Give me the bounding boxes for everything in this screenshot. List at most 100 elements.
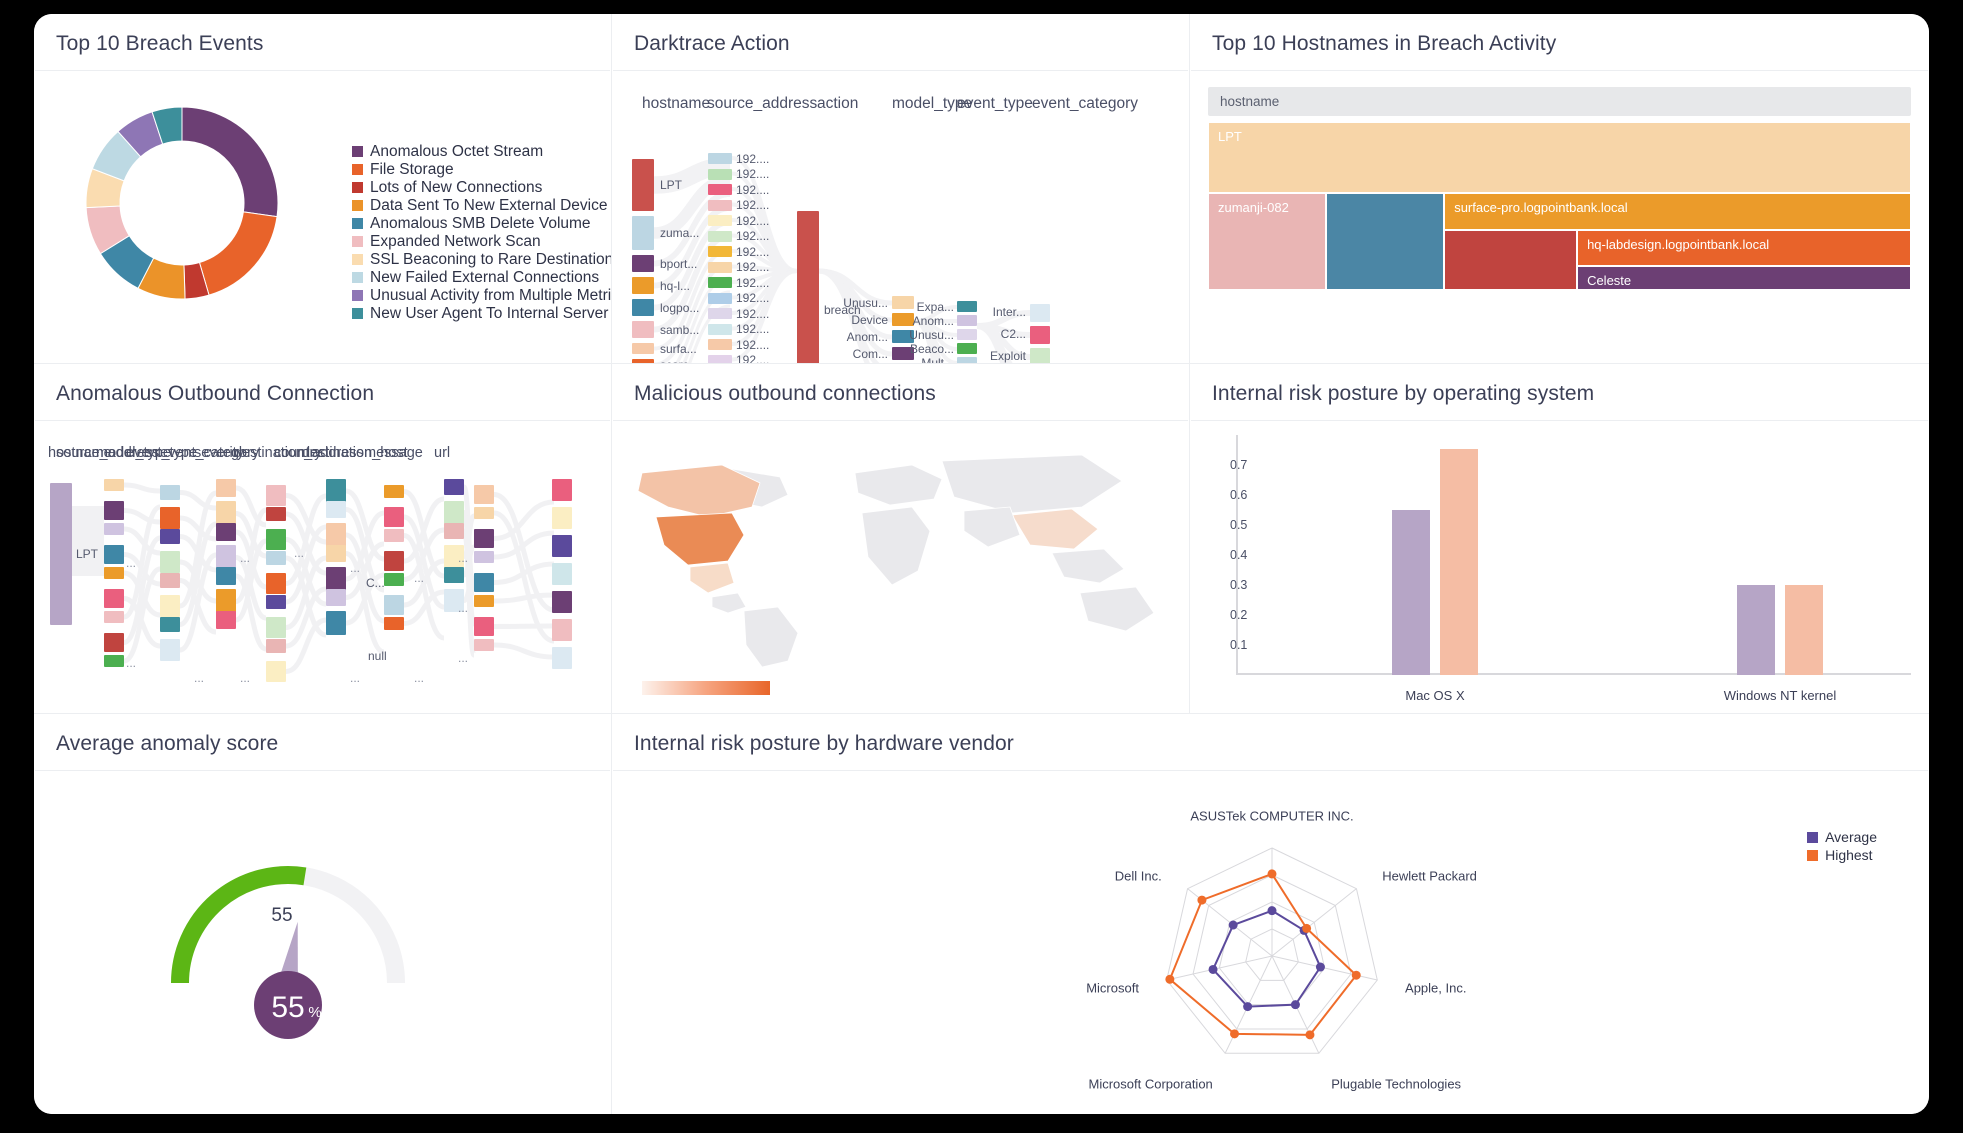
radar-point[interactable] <box>1230 1029 1240 1039</box>
radar-point[interactable] <box>1315 962 1325 972</box>
map-region-china[interactable] <box>1011 508 1099 550</box>
sankey-node[interactable] <box>266 639 286 653</box>
sankey-node[interactable] <box>384 573 404 586</box>
sankey-node[interactable] <box>160 639 180 661</box>
donut-slice[interactable] <box>181 106 279 218</box>
sankey-node[interactable] <box>384 551 404 571</box>
treemap-grid[interactable]: LPT zumanji-082 surface-pro.logpointbank.l… <box>1208 122 1911 290</box>
sankey-node[interactable] <box>384 595 404 615</box>
sankey-node[interactable] <box>384 485 404 498</box>
radar-point[interactable] <box>1228 920 1238 930</box>
radar-point[interactable] <box>1208 964 1218 974</box>
legend-item[interactable]: File Storage <box>352 161 611 178</box>
legend-item[interactable]: Lots of New Connections <box>352 179 611 196</box>
sankey-node[interactable] <box>552 647 572 669</box>
sankey-node[interactable] <box>474 485 494 504</box>
sankey-node[interactable] <box>632 343 654 354</box>
sankey-node[interactable] <box>266 595 286 609</box>
sankey-node[interactable] <box>384 617 404 630</box>
legend-item[interactable]: SSL Beaconing to Rare Destination <box>352 251 611 268</box>
sankey-node[interactable] <box>444 479 464 495</box>
sankey-node[interactable] <box>104 567 124 579</box>
sankey-node[interactable] <box>708 261 732 273</box>
sankey-node[interactable] <box>104 633 124 652</box>
sankey-node[interactable] <box>160 529 180 544</box>
sankey-node[interactable] <box>326 545 346 562</box>
bar-chart[interactable]: 0.1 0.2 0.3 0.4 0.5 0.6 0.7 Mac OS X Windows NT … <box>1190 421 1929 713</box>
legend-item[interactable]: Highest <box>1807 847 1877 864</box>
map-region-south-america[interactable] <box>743 606 799 668</box>
sankey-node[interactable] <box>632 277 654 294</box>
sankey-node[interactable] <box>384 507 404 527</box>
treemap-cell[interactable]: LPT <box>1208 122 1911 193</box>
map-region-india[interactable] <box>963 506 1021 548</box>
radar-point[interactable] <box>1267 869 1277 879</box>
sankey-node[interactable] <box>160 551 180 573</box>
sankey-node[interactable] <box>708 246 732 257</box>
sankey-node[interactable] <box>708 184 732 195</box>
map-region-australia[interactable] <box>1079 586 1155 632</box>
sankey-node[interactable] <box>326 501 346 518</box>
sankey-node[interactable] <box>326 567 346 591</box>
sankey-node[interactable] <box>552 563 572 585</box>
sankey-node[interactable] <box>216 479 236 497</box>
sankey-node[interactable] <box>160 507 180 529</box>
map-region-africa[interactable] <box>861 506 931 586</box>
treemap-cell[interactable]: Celeste <box>1577 266 1911 290</box>
radar-point[interactable] <box>1197 895 1207 905</box>
sankey-node[interactable] <box>708 292 732 304</box>
radar-point[interactable] <box>1267 906 1277 916</box>
radar-point[interactable] <box>1290 1000 1300 1010</box>
sankey-node[interactable] <box>552 619 572 641</box>
radar-point[interactable] <box>1243 1002 1253 1012</box>
sankey-node[interactable] <box>104 523 124 535</box>
sankey-node[interactable] <box>104 501 124 520</box>
sankey-node[interactable] <box>797 211 819 363</box>
sankey-node[interactable] <box>104 479 124 491</box>
map-region-mexico[interactable] <box>689 562 735 594</box>
anomalous-outbound-sankey[interactable]: hostname source_address model_type event_ty… <box>34 421 611 713</box>
sankey-node[interactable] <box>632 216 654 250</box>
map-region-russia[interactable] <box>941 454 1123 514</box>
sankey-node[interactable] <box>444 567 464 583</box>
sankey-node[interactable] <box>160 485 180 500</box>
sankey-node[interactable] <box>1030 348 1050 363</box>
bar[interactable] <box>1440 448 1478 675</box>
map-region-southeast-asia[interactable] <box>1051 548 1125 584</box>
treemap-cell[interactable]: zumanji-082 <box>1208 192 1327 290</box>
world-map-svg[interactable] <box>612 421 1190 671</box>
sankey-node[interactable] <box>474 529 494 548</box>
treemap-cell[interactable]: surface-pro.logpointbank.local <box>1444 192 1911 230</box>
sankey-node[interactable] <box>266 661 286 682</box>
bar[interactable] <box>1785 585 1823 675</box>
sankey-node[interactable] <box>384 529 404 542</box>
treemap-cell[interactable] <box>1444 229 1578 290</box>
sankey-node[interactable] <box>708 153 732 164</box>
sankey-node[interactable] <box>266 485 286 506</box>
sankey-node[interactable] <box>708 339 732 350</box>
sankey-node[interactable] <box>474 573 494 592</box>
legend-item[interactable]: Unusual Activity from Multiple Metrics <box>352 287 611 304</box>
sankey-node[interactable] <box>552 507 572 529</box>
bar[interactable] <box>1737 585 1775 675</box>
sankey-node[interactable] <box>708 323 732 335</box>
sankey-node[interactable] <box>708 199 732 211</box>
sankey-node[interactable] <box>474 595 494 607</box>
sankey-node[interactable] <box>160 617 180 632</box>
radar-point[interactable] <box>1305 1030 1315 1040</box>
sankey-node[interactable] <box>266 551 286 565</box>
sankey-node[interactable] <box>266 617 286 638</box>
sankey-node[interactable] <box>216 567 236 585</box>
sankey-node[interactable] <box>160 595 180 617</box>
sankey-node[interactable] <box>1030 304 1050 322</box>
legend-item[interactable]: New Failed External Connections <box>352 269 611 286</box>
sankey-node[interactable] <box>444 501 464 524</box>
legend-item[interactable]: Average <box>1807 829 1877 846</box>
sankey-node[interactable] <box>444 523 464 539</box>
sankey-node[interactable] <box>474 551 494 563</box>
sankey-node[interactable] <box>632 299 654 316</box>
legend-item[interactable]: Expanded Network Scan <box>352 233 611 250</box>
sankey-node[interactable] <box>632 321 654 338</box>
sankey-node[interactable] <box>632 159 654 211</box>
sankey-node[interactable] <box>708 277 732 288</box>
